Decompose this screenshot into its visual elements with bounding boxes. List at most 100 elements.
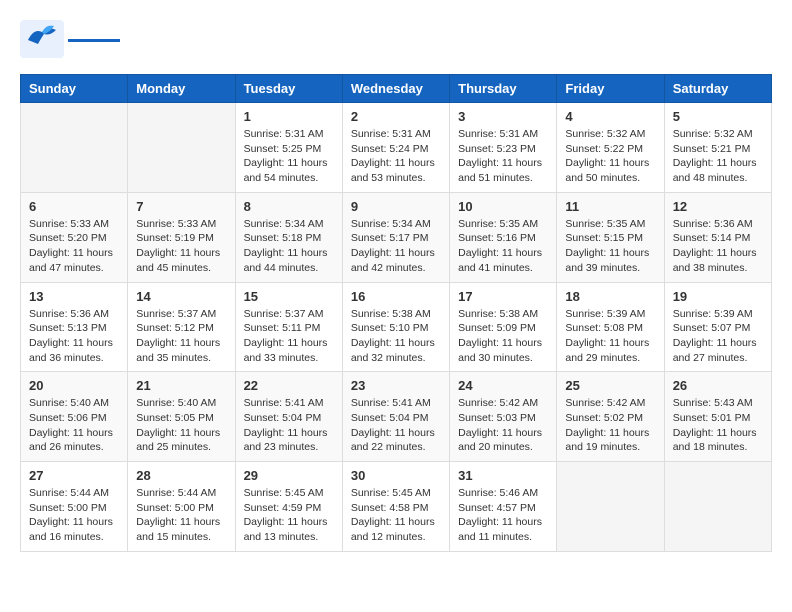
day-number: 30 [351,468,441,483]
calendar-cell: 6 Sunrise: 5:33 AM Sunset: 5:20 PM Daylig… [21,192,128,282]
calendar-cell: 13Sunrise: 5:36 AM Sunset: 5:13 PM Dayli… [21,282,128,372]
day-info: Sunrise: 5:39 AM Sunset: 5:07 PM Dayligh… [673,307,763,366]
day-info: Sunrise: 5:45 AM Sunset: 4:58 PM Dayligh… [351,486,441,545]
day-number: 11 [565,199,655,214]
day-number: 10 [458,199,548,214]
weekday-header-thursday: Thursday [450,75,557,103]
day-info: Sunrise: 5:37 AM Sunset: 5:12 PM Dayligh… [136,307,226,366]
calendar-cell: 29 Sunrise: 5:45 AM Sunset: 4:59 PM Dayli… [235,462,342,552]
day-number: 17 [458,289,548,304]
calendar-cell: 11 Sunrise: 5:35 AM Sunset: 5:15 PM Dayli… [557,192,664,282]
day-number: 31 [458,468,548,483]
day-info: Sunrise: 5:46 AM Sunset: 4:57 PM Dayligh… [458,486,548,545]
day-number: 3 [458,109,548,124]
calendar-cell: 24 Sunrise: 5:42 AM Sunset: 5:03 PM Dayli… [450,372,557,462]
calendar-week-2: 6 Sunrise: 5:33 AM Sunset: 5:20 PM Daylig… [21,192,772,282]
day-number: 16 [351,289,441,304]
day-number: 28 [136,468,226,483]
calendar-cell [664,462,771,552]
calendar-cell: 15Sunrise: 5:37 AM Sunset: 5:11 PM Dayli… [235,282,342,372]
day-number: 6 [29,199,119,214]
logo [20,20,120,58]
day-info: Sunrise: 5:39 AM Sunset: 5:08 PM Dayligh… [565,307,655,366]
day-info: Sunrise: 5:31 AM Sunset: 5:25 PM Dayligh… [244,127,334,186]
day-info: Sunrise: 5:44 AM Sunset: 5:00 PM Dayligh… [136,486,226,545]
day-info: Sunrise: 5:34 AM Sunset: 5:17 PM Dayligh… [351,217,441,276]
day-number: 25 [565,378,655,393]
day-info: Sunrise: 5:33 AM Sunset: 5:20 PM Dayligh… [29,217,119,276]
calendar-cell [557,462,664,552]
day-number: 5 [673,109,763,124]
day-number: 26 [673,378,763,393]
day-info: Sunrise: 5:43 AM Sunset: 5:01 PM Dayligh… [673,396,763,455]
day-info: Sunrise: 5:42 AM Sunset: 5:02 PM Dayligh… [565,396,655,455]
day-number: 22 [244,378,334,393]
calendar-cell: 12Sunrise: 5:36 AM Sunset: 5:14 PM Dayli… [664,192,771,282]
day-number: 9 [351,199,441,214]
day-number: 23 [351,378,441,393]
day-info: Sunrise: 5:33 AM Sunset: 5:19 PM Dayligh… [136,217,226,276]
day-number: 18 [565,289,655,304]
calendar-cell: 22 Sunrise: 5:41 AM Sunset: 5:04 PM Dayli… [235,372,342,462]
day-info: Sunrise: 5:37 AM Sunset: 5:11 PM Dayligh… [244,307,334,366]
calendar-cell: 10 Sunrise: 5:35 AM Sunset: 5:16 PM Dayli… [450,192,557,282]
day-number: 29 [244,468,334,483]
calendar-cell: 23 Sunrise: 5:41 AM Sunset: 5:04 PM Dayli… [342,372,449,462]
day-info: Sunrise: 5:36 AM Sunset: 5:14 PM Dayligh… [673,217,763,276]
calendar-cell: 14 Sunrise: 5:37 AM Sunset: 5:12 PM Dayli… [128,282,235,372]
calendar-table: SundayMondayTuesdayWednesdayThursdayFrid… [20,74,772,552]
day-info: Sunrise: 5:42 AM Sunset: 5:03 PM Dayligh… [458,396,548,455]
calendar-week-3: 13Sunrise: 5:36 AM Sunset: 5:13 PM Dayli… [21,282,772,372]
calendar-cell [21,103,128,193]
weekday-header-wednesday: Wednesday [342,75,449,103]
calendar-cell: 8Sunrise: 5:34 AM Sunset: 5:18 PM Daylig… [235,192,342,282]
day-number: 14 [136,289,226,304]
logo-icon [20,20,64,58]
day-number: 19 [673,289,763,304]
day-info: Sunrise: 5:41 AM Sunset: 5:04 PM Dayligh… [244,396,334,455]
day-info: Sunrise: 5:40 AM Sunset: 5:06 PM Dayligh… [29,396,119,455]
day-number: 1 [244,109,334,124]
day-info: Sunrise: 5:45 AM Sunset: 4:59 PM Dayligh… [244,486,334,545]
day-number: 8 [244,199,334,214]
calendar-cell: 26 Sunrise: 5:43 AM Sunset: 5:01 PM Dayli… [664,372,771,462]
day-info: Sunrise: 5:35 AM Sunset: 5:15 PM Dayligh… [565,217,655,276]
day-info: Sunrise: 5:44 AM Sunset: 5:00 PM Dayligh… [29,486,119,545]
calendar-cell: 5Sunrise: 5:32 AM Sunset: 5:21 PM Daylig… [664,103,771,193]
calendar-cell: 28 Sunrise: 5:44 AM Sunset: 5:00 PM Dayli… [128,462,235,552]
calendar-cell: 7Sunrise: 5:33 AM Sunset: 5:19 PM Daylig… [128,192,235,282]
weekday-header-monday: Monday [128,75,235,103]
day-info: Sunrise: 5:32 AM Sunset: 5:22 PM Dayligh… [565,127,655,186]
calendar-cell: 16 Sunrise: 5:38 AM Sunset: 5:10 PM Dayli… [342,282,449,372]
calendar-cell: 25 Sunrise: 5:42 AM Sunset: 5:02 PM Dayli… [557,372,664,462]
day-number: 20 [29,378,119,393]
day-number: 24 [458,378,548,393]
weekday-header-friday: Friday [557,75,664,103]
calendar-cell: 2 Sunrise: 5:31 AM Sunset: 5:24 PM Daylig… [342,103,449,193]
calendar-cell [128,103,235,193]
day-number: 27 [29,468,119,483]
day-number: 2 [351,109,441,124]
weekday-header-row: SundayMondayTuesdayWednesdayThursdayFrid… [21,75,772,103]
calendar-week-1: 1 Sunrise: 5:31 AM Sunset: 5:25 PM Daylig… [21,103,772,193]
day-info: Sunrise: 5:36 AM Sunset: 5:13 PM Dayligh… [29,307,119,366]
day-number: 21 [136,378,226,393]
calendar-cell: 17 Sunrise: 5:38 AM Sunset: 5:09 PM Dayli… [450,282,557,372]
day-number: 4 [565,109,655,124]
day-info: Sunrise: 5:38 AM Sunset: 5:09 PM Dayligh… [458,307,548,366]
calendar-cell: 20 Sunrise: 5:40 AM Sunset: 5:06 PM Dayli… [21,372,128,462]
page-header [20,20,772,58]
day-info: Sunrise: 5:31 AM Sunset: 5:23 PM Dayligh… [458,127,548,186]
weekday-header-saturday: Saturday [664,75,771,103]
calendar-cell: 3 Sunrise: 5:31 AM Sunset: 5:23 PM Daylig… [450,103,557,193]
day-info: Sunrise: 5:31 AM Sunset: 5:24 PM Dayligh… [351,127,441,186]
calendar-cell: 31 Sunrise: 5:46 AM Sunset: 4:57 PM Dayli… [450,462,557,552]
day-info: Sunrise: 5:41 AM Sunset: 5:04 PM Dayligh… [351,396,441,455]
day-info: Sunrise: 5:35 AM Sunset: 5:16 PM Dayligh… [458,217,548,276]
day-info: Sunrise: 5:38 AM Sunset: 5:10 PM Dayligh… [351,307,441,366]
calendar-week-4: 20 Sunrise: 5:40 AM Sunset: 5:06 PM Dayli… [21,372,772,462]
calendar-cell: 27 Sunrise: 5:44 AM Sunset: 5:00 PM Dayli… [21,462,128,552]
day-info: Sunrise: 5:40 AM Sunset: 5:05 PM Dayligh… [136,396,226,455]
weekday-header-tuesday: Tuesday [235,75,342,103]
calendar-cell: 21 Sunrise: 5:40 AM Sunset: 5:05 PM Dayli… [128,372,235,462]
